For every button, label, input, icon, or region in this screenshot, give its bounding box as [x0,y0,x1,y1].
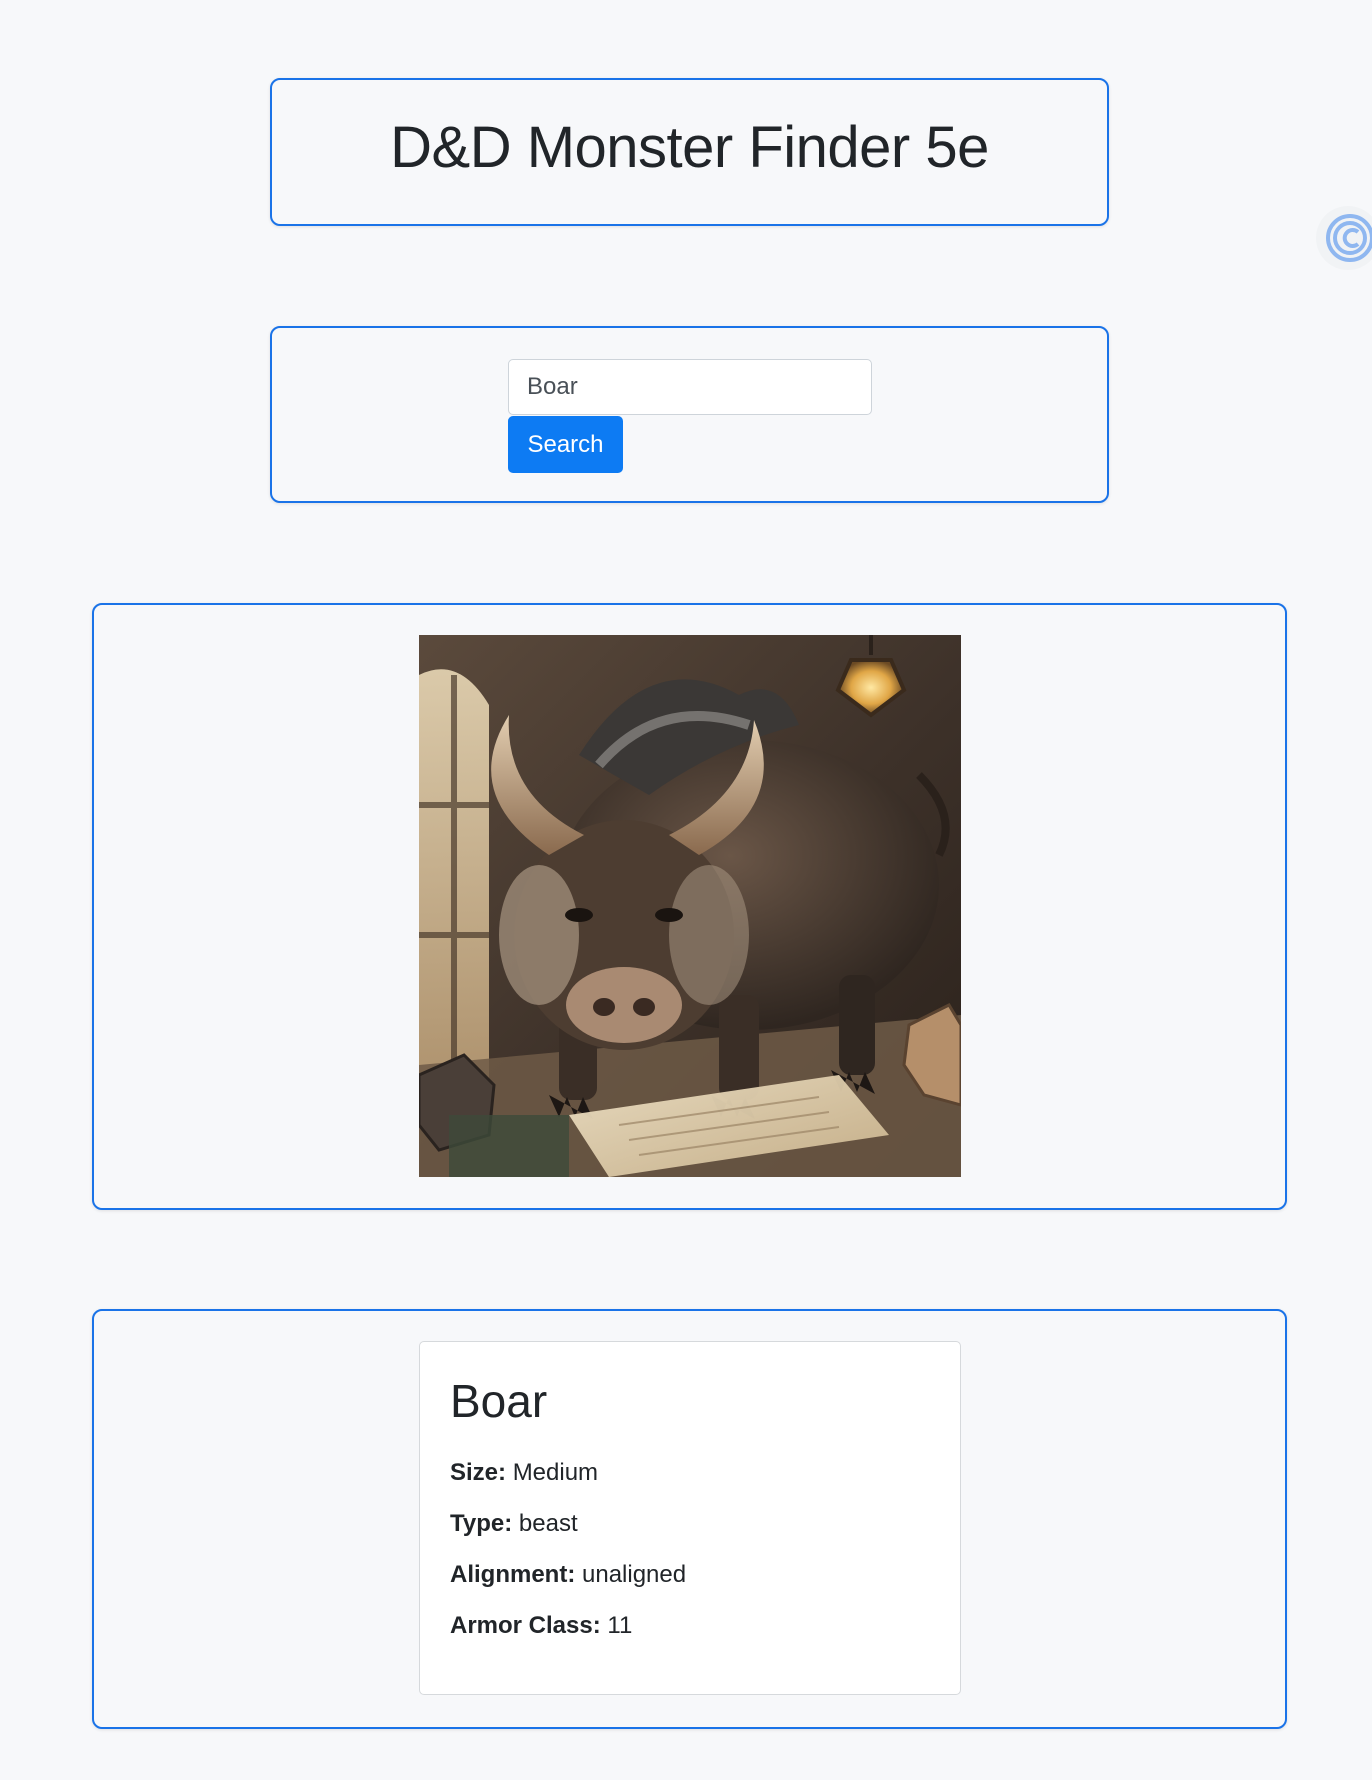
stat-alignment: Alignment: unaligned [450,1559,930,1590]
monster-name: Boar [450,1375,548,1427]
image-panel [92,603,1287,1210]
page-title: D&D Monster Finder 5e [390,115,989,180]
stats-panel: Boar Size: Medium Type: beast Alignment:… [92,1309,1287,1729]
stat-label: Type: [450,1509,513,1537]
stat-value: beast [518,1509,578,1537]
stat-type: Type: beast [450,1508,930,1539]
stat-label: Size: [450,1458,507,1486]
stat-value: 11 [607,1611,633,1639]
search-panel: Search [270,326,1109,503]
stat-armor-class: Armor Class: 11 [450,1610,930,1641]
search-button[interactable]: Search [508,416,623,473]
monster-image [419,635,961,1177]
stat-value: unaligned [582,1560,687,1588]
stat-value: Medium [512,1458,599,1486]
extension-c-icon[interactable] [1316,206,1372,270]
title-panel: D&D Monster Finder 5e [270,78,1109,226]
monster-stat-card: Boar Size: Medium Type: beast Alignment:… [419,1341,961,1695]
search-input[interactable] [508,359,872,415]
stat-label: Armor Class: [450,1611,601,1639]
stat-label: Alignment: [450,1560,576,1588]
stat-size: Size: Medium [450,1457,930,1488]
